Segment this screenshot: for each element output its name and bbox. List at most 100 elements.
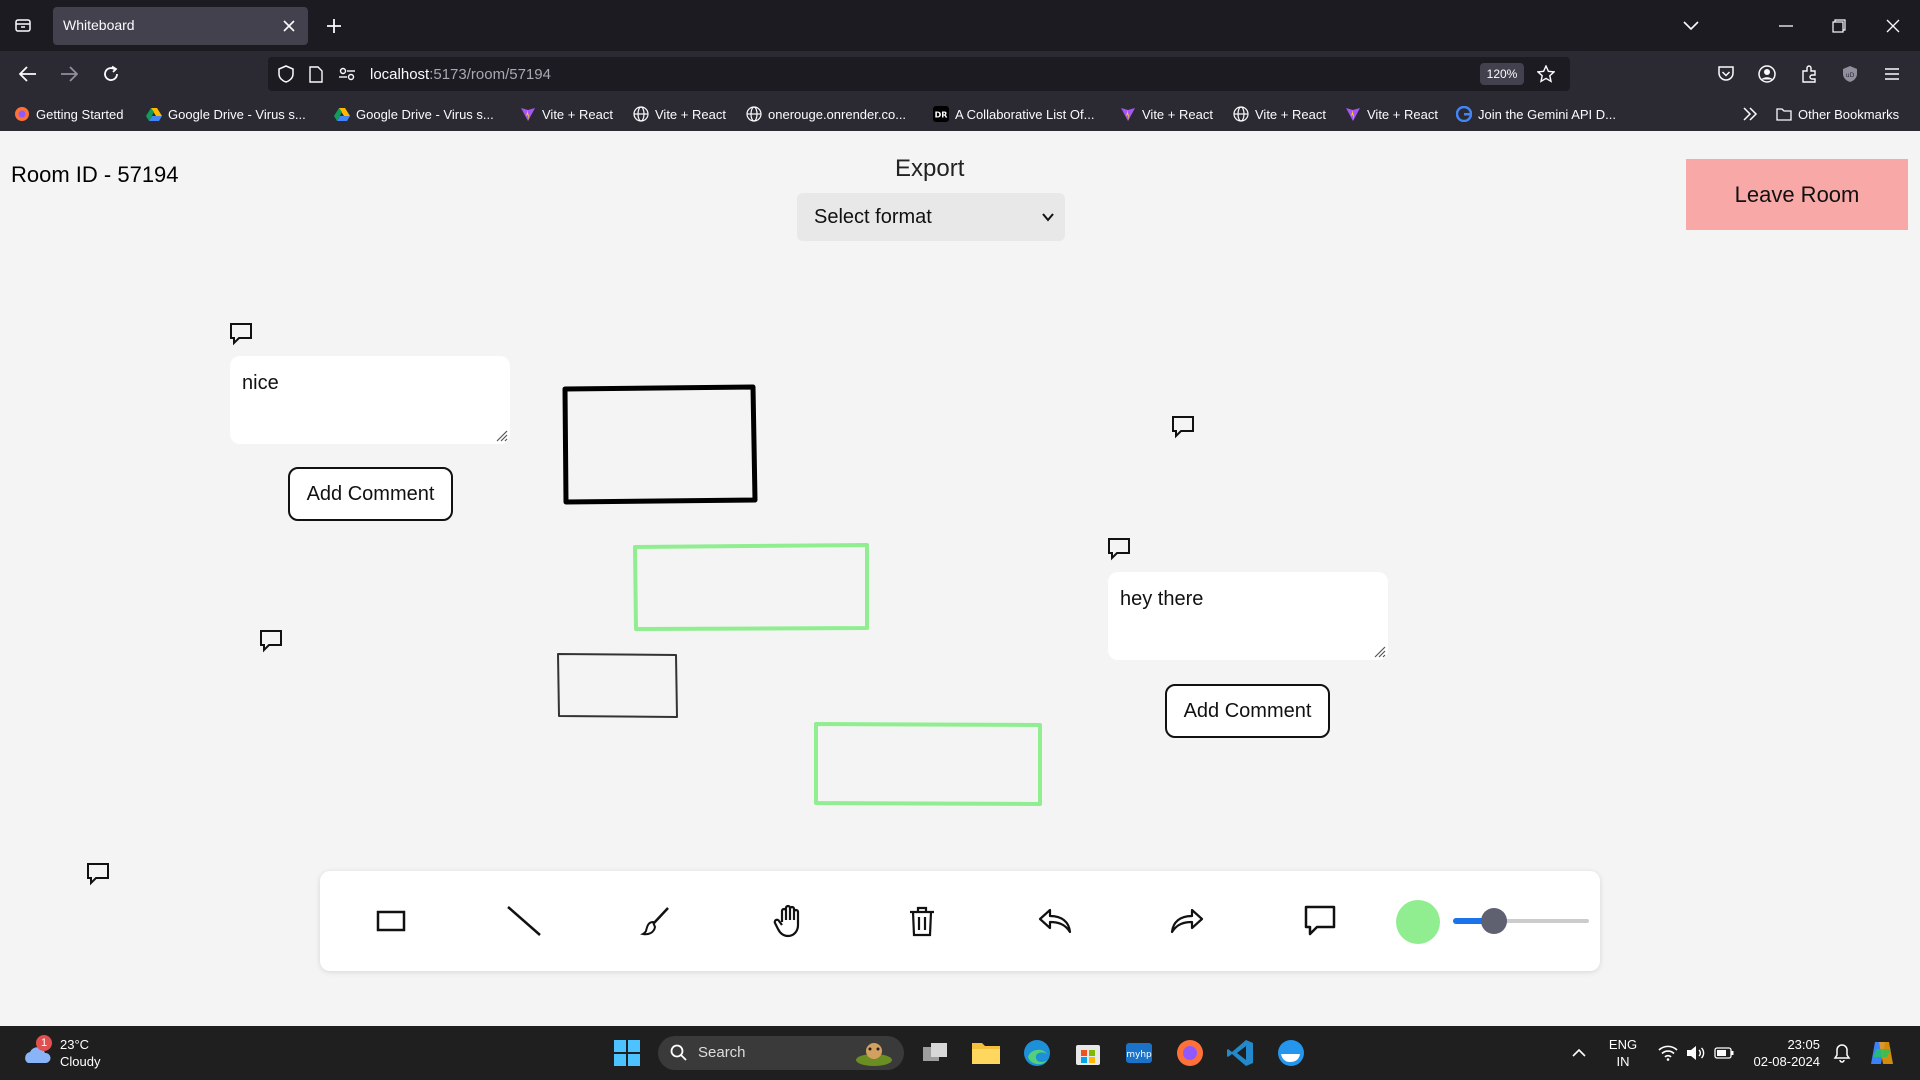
- line-tool-icon[interactable]: [506, 903, 542, 939]
- url-path: :5173/room/57194: [429, 66, 551, 83]
- tab-close-icon[interactable]: [278, 15, 300, 37]
- back-icon[interactable]: [14, 60, 42, 88]
- resize-grip-icon[interactable]: [492, 426, 508, 442]
- comment-icon[interactable]: [1170, 414, 1196, 440]
- permissions-icon[interactable]: [336, 63, 358, 85]
- brush-tool-icon[interactable]: [638, 903, 674, 939]
- drawn-rectangle[interactable]: [555, 651, 681, 721]
- globe-icon: [633, 106, 649, 122]
- tab-whiteboard[interactable]: Whiteboard: [53, 7, 308, 45]
- extensions-icon[interactable]: [1795, 60, 1823, 88]
- account-icon[interactable]: [1753, 60, 1781, 88]
- windows-start-icon[interactable]: [611, 1037, 643, 1069]
- leave-room-button[interactable]: Leave Room: [1686, 159, 1908, 230]
- pocket-icon[interactable]: [1712, 60, 1740, 88]
- comment-tool-icon[interactable]: [1302, 903, 1338, 939]
- add-comment-button[interactable]: Add Comment: [1165, 684, 1330, 738]
- tab-list-icon[interactable]: [10, 12, 36, 38]
- slider-thumb[interactable]: [1481, 908, 1507, 934]
- bookmark-label: Vite + React: [1255, 106, 1326, 122]
- svg-text:myhp: myhp: [1126, 1050, 1152, 1060]
- bookmark-item[interactable]: DR A Collaborative List Of...: [933, 103, 1094, 125]
- hp-app-icon[interactable]: myhp: [1123, 1037, 1155, 1069]
- bookmark-item[interactable]: Vite + React: [1233, 103, 1326, 125]
- comment-icon[interactable]: [1106, 536, 1132, 562]
- rectangle-tool-icon[interactable]: [373, 903, 409, 939]
- minimize-icon[interactable]: [1772, 12, 1800, 40]
- drawn-rectangle[interactable]: [631, 542, 871, 634]
- vscode-icon[interactable]: [1224, 1037, 1256, 1069]
- bookmark-item[interactable]: Vite + React: [1345, 103, 1438, 125]
- show-hidden-icons-chevron-icon[interactable]: [1563, 1037, 1595, 1069]
- menu-icon[interactable]: [1878, 60, 1906, 88]
- clock[interactable]: 23:05 02-08-2024: [1746, 1036, 1821, 1070]
- comment-textarea[interactable]: nice: [230, 356, 510, 444]
- task-view-icon[interactable]: [919, 1037, 951, 1069]
- globe-icon: [746, 106, 762, 122]
- url-text[interactable]: localhost:5173/room/57194: [370, 66, 551, 83]
- file-explorer-icon[interactable]: [970, 1037, 1002, 1069]
- bookmark-item[interactable]: Getting Started: [14, 103, 123, 125]
- url-bar[interactable]: localhost:5173/room/57194 120%: [268, 57, 1570, 91]
- firefox-taskbar-icon[interactable]: [1174, 1037, 1206, 1069]
- dr-icon: DR: [933, 106, 949, 122]
- restore-icon[interactable]: [1825, 12, 1853, 40]
- weather-widget[interactable]: 1 23°C Cloudy: [20, 1035, 100, 1070]
- bookmark-item[interactable]: Vite + React: [1120, 103, 1213, 125]
- zoom-level[interactable]: 120%: [1480, 63, 1524, 85]
- shield-icon[interactable]: [275, 63, 297, 85]
- room-id: Room ID - 57194: [11, 162, 179, 187]
- bookmark-star-icon[interactable]: [1535, 63, 1557, 85]
- bookmark-item[interactable]: Google Drive - Virus s...: [146, 103, 306, 125]
- ublock-icon[interactable]: uD: [1836, 60, 1864, 88]
- bookmark-label: Join the Gemini API D...: [1478, 106, 1617, 122]
- notification-icon[interactable]: [1826, 1037, 1858, 1069]
- undo-tool-icon[interactable]: [1037, 903, 1073, 939]
- page-icon[interactable]: [305, 63, 327, 85]
- comment-icon[interactable]: [258, 628, 284, 654]
- language-indicator[interactable]: ENG IN: [1608, 1036, 1638, 1070]
- redo-tool-icon[interactable]: [1169, 903, 1205, 939]
- reload-icon[interactable]: [97, 60, 125, 88]
- add-comment-button[interactable]: Add Comment: [288, 467, 453, 521]
- comment-icon[interactable]: [85, 861, 111, 887]
- bookmark-label: Google Drive - Virus s...: [356, 106, 494, 122]
- comment-icon[interactable]: [228, 321, 254, 347]
- bookmark-item[interactable]: Vite + React: [633, 103, 726, 125]
- drawn-rectangle[interactable]: [812, 720, 1044, 808]
- microsoft-store-icon[interactable]: [1072, 1037, 1104, 1069]
- copilot-icon[interactable]: [1866, 1037, 1898, 1069]
- pan-hand-tool-icon[interactable]: [771, 903, 807, 939]
- bookmark-label: A Collaborative List Of...: [955, 106, 1095, 122]
- language-primary: ENG: [1608, 1037, 1638, 1052]
- battery-icon[interactable]: [1708, 1037, 1740, 1069]
- browser-nav-bar: localhost:5173/room/57194 120% uD: [0, 51, 1920, 97]
- edge-icon[interactable]: [1021, 1037, 1053, 1069]
- drawn-rectangle[interactable]: [560, 383, 760, 507]
- bookmark-item[interactable]: Google Drive - Virus s...: [334, 103, 494, 125]
- bookmark-label: Vite + React: [655, 106, 726, 122]
- stroke-width-slider[interactable]: [1453, 908, 1589, 934]
- forward-icon[interactable]: [55, 60, 83, 88]
- close-window-icon[interactable]: [1879, 12, 1907, 40]
- taskbar-search[interactable]: Search: [658, 1036, 904, 1070]
- resize-grip-icon[interactable]: [1370, 642, 1386, 658]
- trash-tool-icon[interactable]: [904, 903, 940, 939]
- list-all-tabs-icon[interactable]: [1677, 12, 1705, 40]
- drawing-toolbar: [320, 871, 1600, 971]
- svg-text:uD: uD: [1846, 72, 1855, 79]
- weather-temp: 23°C: [60, 1037, 90, 1052]
- other-bookmarks[interactable]: Other Bookmarks: [1776, 103, 1899, 125]
- bookmark-item[interactable]: Vite + React: [520, 103, 613, 125]
- bookmark-item[interactable]: Join the Gemini API D...: [1456, 103, 1616, 125]
- comment-textarea[interactable]: hey there: [1108, 572, 1388, 660]
- bookmark-label: Vite + React: [1367, 106, 1438, 122]
- bookmark-item[interactable]: onerouge.onrender.co...: [746, 103, 906, 125]
- docker-icon[interactable]: [1275, 1037, 1307, 1069]
- firefox-icon: [14, 106, 30, 122]
- new-tab-icon[interactable]: [320, 12, 348, 40]
- export-format-select[interactable]: Select format: [797, 193, 1065, 241]
- other-bookmarks-label: Other Bookmarks: [1798, 106, 1900, 122]
- more-bookmarks-icon[interactable]: [1742, 103, 1758, 125]
- color-picker[interactable]: [1396, 900, 1440, 944]
